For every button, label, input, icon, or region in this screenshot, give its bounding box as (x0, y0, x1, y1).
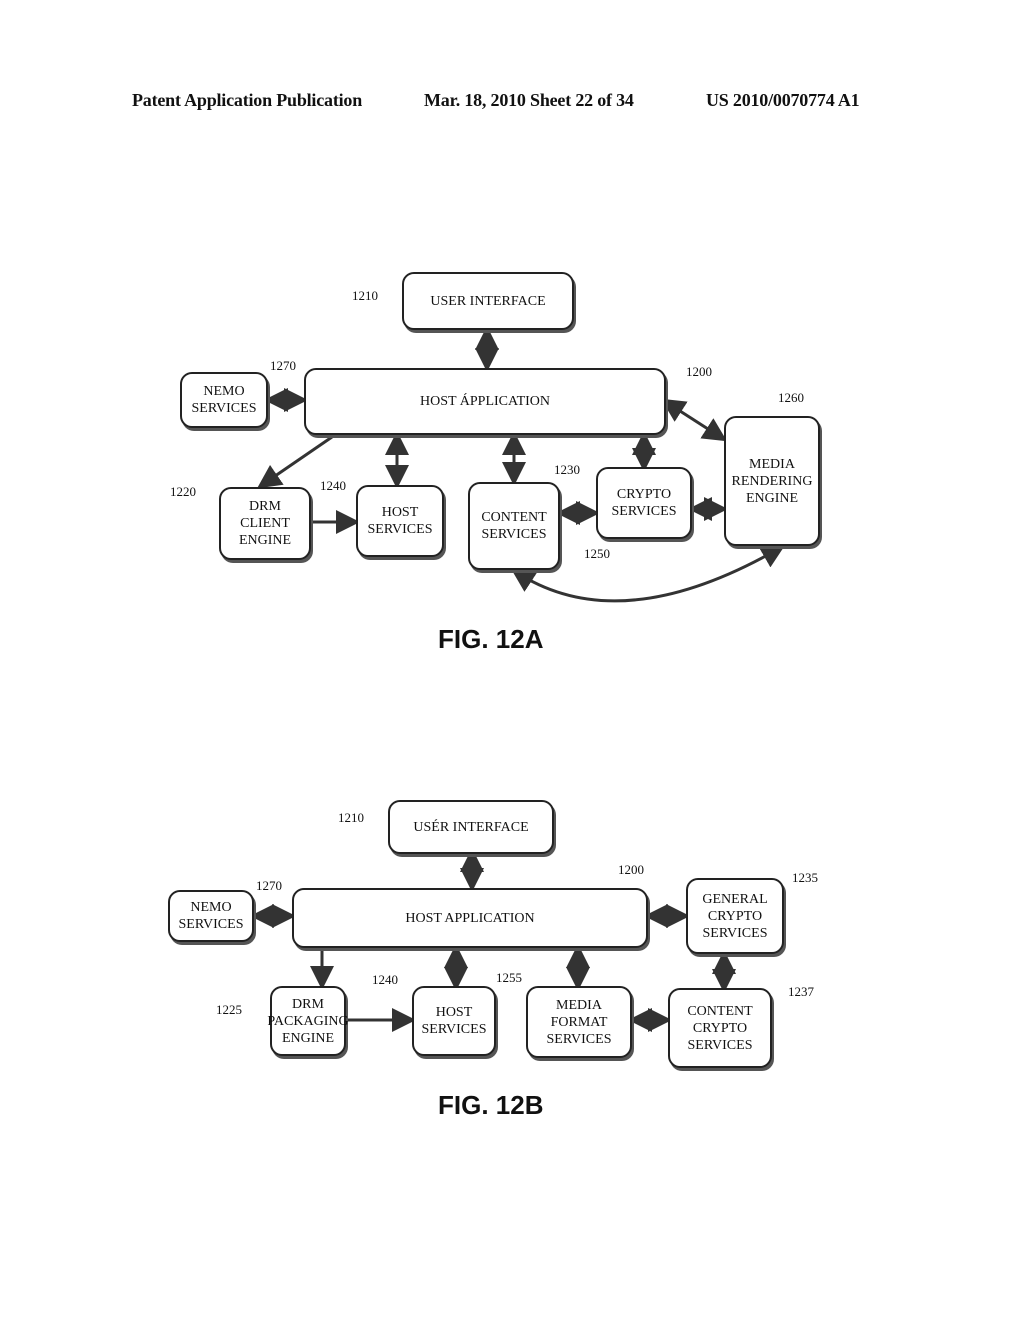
figure-caption-12a: FIG. 12A (438, 624, 544, 654)
ref-1260-12a: 1260 (778, 390, 804, 405)
content-crypto-services-box-12b: CONTENT CRYPTO SERVICES (668, 988, 772, 1068)
ref-1270-12a: 1270 (270, 358, 296, 373)
host-services-box-12b: HOST SERVICES (412, 986, 496, 1056)
host-application-box-12b: HOST APPLICATION (292, 888, 648, 948)
ref-1220-12a: 1220 (170, 484, 196, 499)
content-services-box-12a: CONTENT SERVICES (468, 482, 560, 570)
ref-1200-12b: 1200 (618, 862, 644, 877)
connector-layer (250, 326, 786, 1032)
ref-1230-12a: 1230 (554, 462, 580, 477)
ref-1235-12b: 1235 (792, 870, 818, 885)
drm-packaging-engine-box-12b: DRM PACKAGING ENGINE (267, 986, 349, 1056)
ref-1270-12b: 1270 (256, 878, 282, 893)
ref-1250-12a: 1250 (584, 546, 610, 561)
drm-client-engine-box-12a: DRM CLIENT ENGINE (219, 487, 311, 560)
general-crypto-services-box-12b: GENERAL CRYPTO SERVICES (686, 878, 784, 954)
media-format-services-box-12b: MEDIA FORMAT SERVICES (526, 986, 632, 1058)
user-interface-box-12a: USER INTERFACE (402, 272, 574, 330)
ref-1210-12a: 1210 (352, 288, 378, 303)
ref-1210-12b: 1210 (338, 810, 364, 825)
nemo-services-box-12a: NEMO SERVICES (180, 372, 268, 428)
ref-1240-12b: 1240 (372, 972, 398, 987)
nemo-services-box-12b: NEMO SERVICES (168, 890, 254, 942)
host-application-box-12a: HOST ÁPPLICATION (304, 368, 666, 435)
ref-1200-12a: 1200 (686, 364, 712, 379)
host-services-box-12a: HOST SERVICES (356, 485, 444, 557)
user-interface-box-12b: USÉR INTERFACE (388, 800, 554, 854)
figure-caption-12b: FIG. 12B (438, 1090, 544, 1120)
ref-1225-12b: 1225 (216, 1002, 242, 1017)
media-rendering-engine-box-12a: MEDIA RENDERING ENGINE (724, 416, 820, 546)
ref-1240-12a: 1240 (320, 478, 346, 493)
arrow-host-media-12a (660, 398, 728, 442)
ref-1237-12b: 1237 (788, 984, 814, 999)
crypto-services-box-12a: CRYPTO SERVICES (596, 467, 692, 539)
ref-1255-12b: 1255 (496, 970, 522, 985)
